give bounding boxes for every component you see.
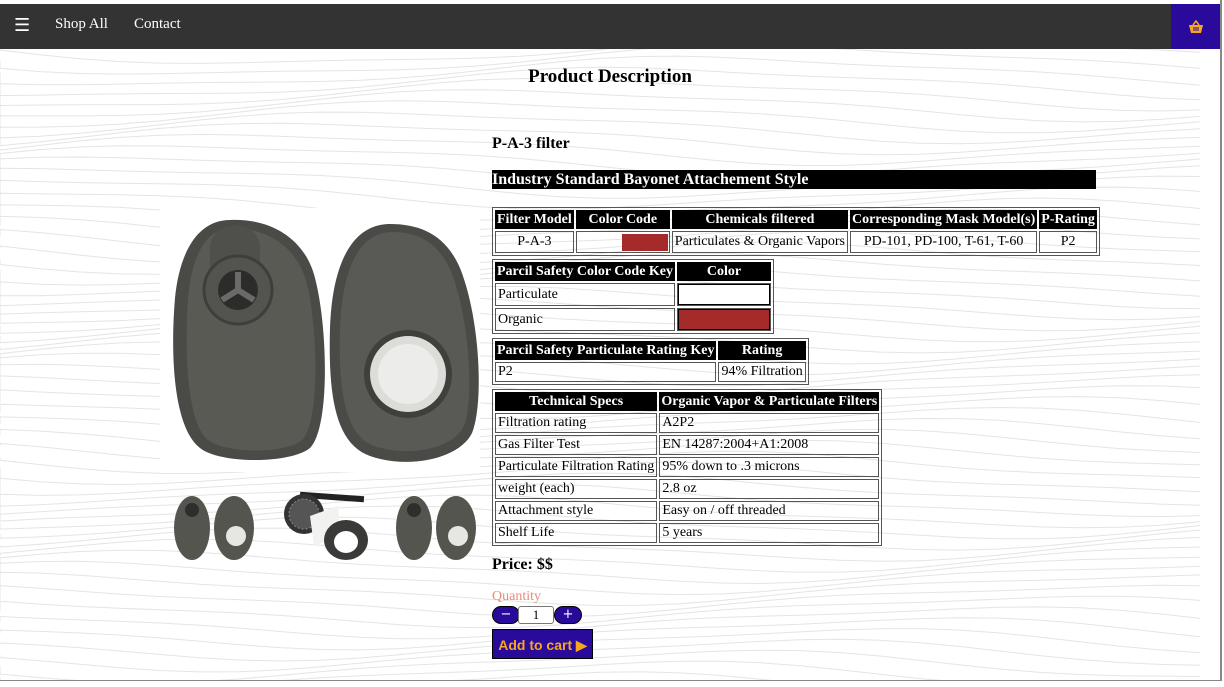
wave-line (0, 89, 1201, 123)
color-swatch (678, 284, 771, 305)
technical-specs-table: Technical Specs Organic Vapor & Particul… (492, 389, 883, 546)
wave-line (0, 638, 1201, 673)
table-row: P2 94% Filtration (495, 362, 806, 382)
wave-line (0, 595, 1201, 629)
nav-link-contact[interactable]: Contact (134, 16, 181, 33)
add-to-cart-button[interactable]: Add to cart ▶ (492, 629, 593, 659)
table-header: Parcil Safety Particulate Rating Key (495, 341, 717, 360)
table-row: Shelf Life 5 years (495, 523, 880, 543)
product-name: P-A-3 filter (492, 135, 570, 152)
particulate-rating-key-table: Parcil Safety Particulate Rating Key Rat… (492, 338, 809, 385)
product-price: Price: $$ (492, 556, 553, 573)
quantity-label: Quantity (492, 589, 541, 604)
table-header: Color (677, 262, 772, 281)
thumbnail-2[interactable] (280, 486, 370, 566)
attachment-style-banner: Industry Standard Bayonet Attachement St… (492, 170, 1096, 189)
table-header: P-Rating (1039, 210, 1097, 229)
spec-value: EN 14287:2004+A1:2008 (659, 435, 880, 455)
chemicals-cell: Particulates & Organic Vapors (671, 231, 848, 253)
table-header: Color Code (575, 210, 670, 229)
filter-model-table: Filter Model Color Code Chemicals filter… (492, 207, 1100, 256)
spec-label: Gas Filter Test (495, 435, 658, 455)
wave-line (0, 617, 1201, 651)
wave-line (0, 584, 1201, 618)
table-row: P-A-3 Particulates & Organic Vapors PD-1… (495, 231, 1097, 253)
table-header: Parcil Safety Color Code Key (495, 262, 676, 281)
color-swatch (678, 309, 771, 330)
color-code-cell (575, 231, 670, 253)
page-title: Product Description (528, 66, 692, 87)
hamburger-menu-icon[interactable]: ☰ (14, 16, 30, 36)
table-header-row: Filter Model Color Code Chemicals filter… (495, 210, 1097, 229)
wave-line (0, 628, 1201, 662)
spec-value: 2.8 oz (659, 479, 880, 499)
wave-line (0, 111, 1201, 145)
spec-label: Attachment style (495, 501, 658, 521)
quantity-input[interactable]: 1 (518, 606, 554, 624)
wave-line (0, 100, 1201, 134)
filter-model-cell: P-A-3 (495, 231, 574, 253)
color-key-swatch (677, 283, 772, 306)
particulate-key-cell: P2 (495, 362, 717, 382)
basket-icon (1188, 19, 1203, 33)
table-row: Particulate (495, 283, 772, 306)
table-header: Filter Model (495, 210, 574, 229)
spec-value: 5 years (659, 523, 880, 543)
table-header: Rating (718, 341, 806, 360)
color-key-label: Particulate (495, 283, 676, 306)
table-row: Gas Filter Test EN 14287:2004+A1:2008 (495, 435, 880, 455)
particulate-rating-cell: 94% Filtration (718, 362, 806, 382)
spec-label: Particulate Filtration Rating (495, 457, 658, 477)
color-key-swatch (677, 308, 772, 331)
table-header: Chemicals filtered (671, 210, 848, 229)
color-key-label: Organic (495, 308, 676, 331)
wave-line (0, 606, 1201, 640)
table-header: Organic Vapor & Particulate Filters (659, 392, 880, 411)
table-row: Particulate Filtration Rating 95% down t… (495, 457, 880, 477)
wave-line (0, 571, 1201, 607)
wave-line (455, 671, 772, 680)
page-frame: ☰ Shop All Contact Product Description P… (0, 0, 1222, 681)
quantity-decrease-button[interactable]: − (492, 606, 520, 624)
table-row: Organic (495, 308, 772, 331)
table-header-row: Technical Specs Organic Vapor & Particul… (495, 392, 880, 411)
thumbnail-3[interactable] (392, 486, 482, 566)
table-header-row: Parcil Safety Particulate Rating Key Rat… (495, 341, 806, 360)
wave-line (0, 122, 1201, 156)
product-main-image[interactable] (160, 208, 480, 472)
spec-value: A2P2 (659, 413, 880, 433)
spec-label: weight (each) (495, 479, 658, 499)
spec-label: Shelf Life (495, 523, 658, 543)
table-row: weight (each) 2.8 oz (495, 479, 880, 499)
spec-value: 95% down to .3 microns (659, 457, 880, 477)
table-row: Attachment style Easy on / off threaded (495, 501, 880, 521)
cart-button[interactable] (1171, 4, 1220, 49)
spec-label: Filtration rating (495, 413, 658, 433)
top-navigation-bar: ☰ Shop All Contact (0, 4, 1220, 49)
color-swatch (621, 233, 668, 251)
table-header: Technical Specs (495, 392, 658, 411)
mask-models-cell: PD-101, PD-100, T-61, T-60 (849, 231, 1038, 253)
color-code-key-table: Parcil Safety Color Code Key Color Parti… (492, 259, 775, 334)
thumbnail-1[interactable] (170, 486, 260, 566)
spec-value: Easy on / off threaded (659, 501, 880, 521)
wave-line (0, 133, 1201, 166)
nav-link-shop-all[interactable]: Shop All (55, 16, 108, 33)
table-header-row: Parcil Safety Color Code Key Color (495, 262, 772, 281)
quantity-increase-button[interactable]: + (554, 606, 582, 624)
table-header: Corresponding Mask Model(s) (849, 210, 1038, 229)
p-rating-cell: P2 (1039, 231, 1097, 253)
table-row: Filtration rating A2P2 (495, 413, 880, 433)
